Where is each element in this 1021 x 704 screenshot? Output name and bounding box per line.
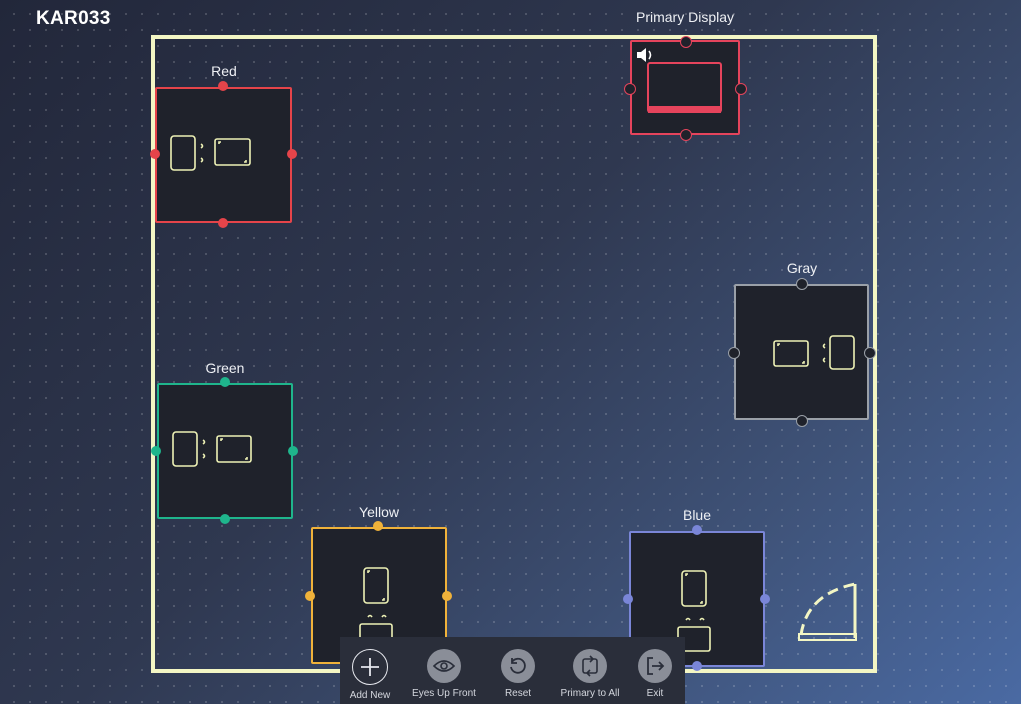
tablet-icon [681,570,707,607]
add-new-button[interactable]: Add New [345,637,395,704]
connector-dot[interactable] [692,661,702,671]
primary-to-all-label: Primary to All [560,688,620,699]
connector-dot[interactable] [864,347,876,359]
sync-icon [573,649,607,683]
connector-dot[interactable] [796,415,808,427]
display-icon [773,340,809,367]
reset-icon [501,649,535,683]
room-title: KAR033 [36,8,111,29]
bottom-toolbar: Add New Eyes Up Front Reset Primary to A… [340,637,685,704]
pod-green[interactable] [157,383,293,519]
exit-label: Exit [646,688,664,699]
connector-dot[interactable] [151,446,161,456]
connector-dot[interactable] [287,149,297,159]
connector-dot[interactable] [305,591,315,601]
connector-dot[interactable] [288,446,298,456]
display-icon [214,138,251,166]
reset-button[interactable]: Reset [496,637,540,704]
tablet-icon [172,431,206,467]
plus-icon [352,649,388,685]
primary-display-label: Primary Display [635,9,734,25]
door-icon [798,582,857,641]
tablet-icon [363,567,389,604]
connector-dot[interactable] [680,129,692,141]
pod-label-red: Red [211,63,237,79]
pod-gray[interactable] [734,284,869,420]
display-icon [216,435,252,463]
pod-red[interactable] [155,87,292,223]
primary-display[interactable] [630,40,740,135]
connector-dot[interactable] [623,594,633,604]
connector-dot[interactable] [220,377,230,387]
primary-to-all-button[interactable]: Primary to All [552,637,628,704]
connector-dot[interactable] [218,218,228,228]
connector-dot[interactable] [220,514,230,524]
exit-button[interactable]: Exit [636,637,674,704]
connector-dot[interactable] [796,278,808,290]
connector-dot[interactable] [760,594,770,604]
pod-label-gray: Gray [786,260,818,276]
connector-dot[interactable] [680,36,692,48]
eyes-up-front-button[interactable]: Eyes Up Front [406,637,482,704]
connector-dot[interactable] [735,83,747,95]
exit-icon [638,649,672,683]
pod-label-blue: Blue [682,507,712,523]
pod-label-yellow: Yellow [359,504,399,520]
display-screen-icon [647,62,722,113]
connector-dot[interactable] [218,81,228,91]
add-new-label: Add New [349,690,391,701]
connector-dot[interactable] [442,591,452,601]
eye-icon [427,649,461,683]
pod-label-green: Green [205,360,245,376]
eyes-up-front-label: Eyes Up Front [412,688,476,699]
connector-dot[interactable] [624,83,636,95]
connector-dot[interactable] [692,525,702,535]
tablet-icon [822,335,855,370]
tablet-icon [170,135,204,171]
reset-label: Reset [504,688,532,699]
connector-dot[interactable] [150,149,160,159]
connector-dot[interactable] [373,521,383,531]
speaker-icon[interactable] [637,48,652,62]
connector-dot[interactable] [728,347,740,359]
